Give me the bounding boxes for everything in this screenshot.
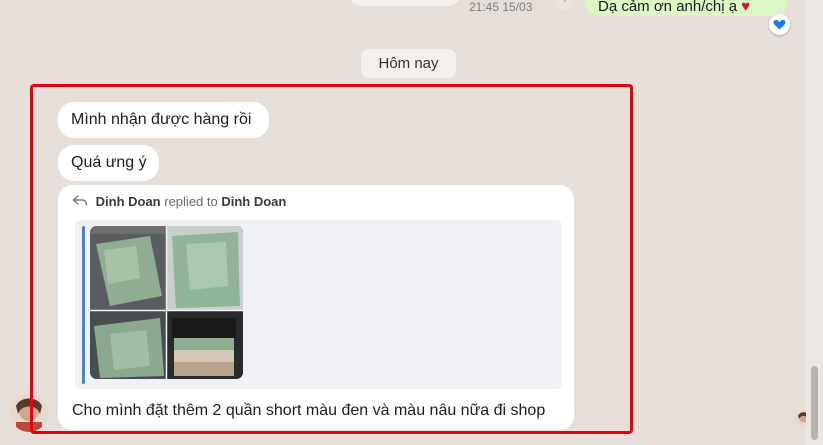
message-text: Mình nhận được hàng rồi: [71, 111, 252, 128]
previous-incoming-bubble: [348, 0, 462, 6]
reply-message-text: Cho mình đặt thêm 2 quần short màu đen v…: [72, 402, 546, 419]
incoming-message-bubble[interactable]: Quá ưng ý: [58, 145, 159, 181]
quoted-product-image[interactable]: [90, 226, 243, 379]
reply-verb: replied to: [164, 194, 218, 209]
heart-emoji-icon: ♥: [741, 0, 751, 15]
quote-indicator-bar: [82, 226, 85, 384]
reply-arrow-icon[interactable]: ↰: [552, 0, 574, 10]
incoming-message-bubble[interactable]: Mình nhận được hàng rồi: [58, 102, 269, 138]
scrollbar-thumb[interactable]: [811, 366, 818, 440]
quoted-message[interactable]: [75, 220, 562, 389]
outgoing-message-text: Dạ cảm ơn anh/chị ạ: [598, 0, 738, 15]
chat-scrollbar[interactable]: [806, 0, 823, 445]
outgoing-message-bubble[interactable]: Dạ cảm ơn anh/chị ạ ♥: [584, 0, 788, 16]
reply-message-bubble[interactable]: Dinh Doan replied to Dinh Doan Cho mình …: [58, 185, 574, 430]
message-timestamp: 21:45 15/03: [469, 0, 533, 14]
message-text: Quá ưng ý: [71, 154, 147, 171]
reply-arrow-icon: [72, 195, 88, 206]
reply-author[interactable]: Dinh Doan: [96, 194, 161, 209]
reply-header: Dinh Doan replied to Dinh Doan: [72, 194, 286, 209]
date-divider: Hôm nay: [361, 49, 456, 78]
heart-icon[interactable]: [769, 14, 790, 35]
reply-target[interactable]: Dinh Doan: [221, 194, 286, 209]
sender-avatar[interactable]: [10, 394, 48, 432]
